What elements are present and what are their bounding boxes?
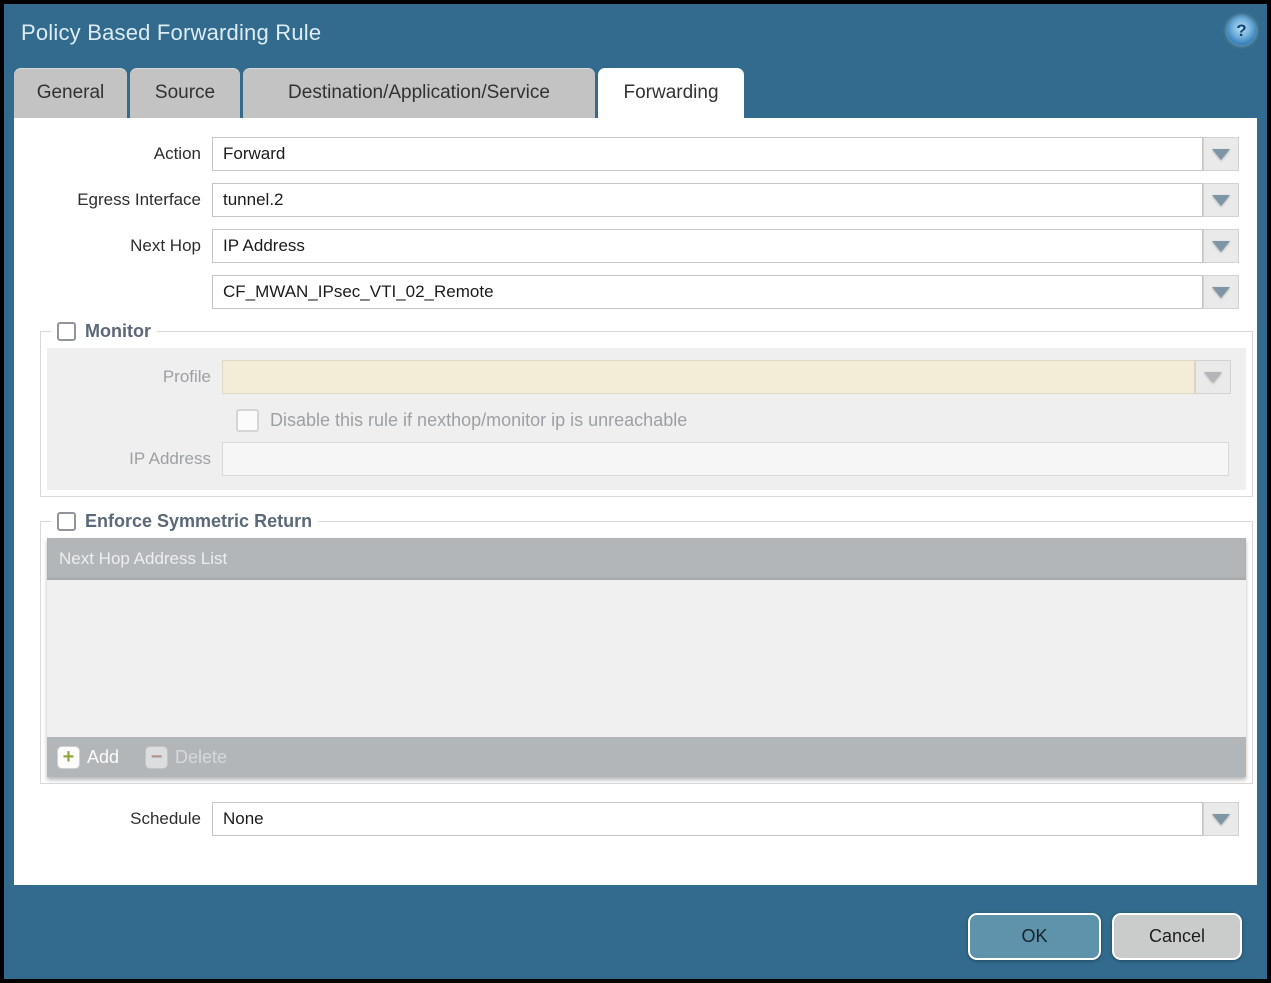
- next-hop-address-input[interactable]: CF_MWAN_IPsec_VTI_02_Remote: [212, 275, 1203, 309]
- next-hop-address-list-header: Next Hop Address List: [47, 538, 1246, 580]
- enforce-symmetric-return-legend: Enforce Symmetric Return: [51, 511, 318, 532]
- monitor-checkbox[interactable]: [57, 322, 76, 341]
- tab-forwarding[interactable]: Forwarding: [598, 68, 744, 118]
- monitor-panel: Profile Disable this rule if nexthop/mon…: [47, 348, 1246, 490]
- dialog-window: Policy Based Forwarding Rule ? General S…: [0, 0, 1271, 983]
- ok-button[interactable]: OK: [968, 913, 1101, 960]
- chevron-down-icon: [1212, 287, 1230, 298]
- next-hop-address-list-table: Next Hop Address List + Add − Delete: [47, 538, 1246, 777]
- schedule-row: Schedule None: [14, 802, 1257, 836]
- tab-bar: General Source Destination/Application/S…: [14, 68, 744, 118]
- add-button-label: Add: [87, 747, 119, 768]
- chevron-down-icon: [1212, 149, 1230, 160]
- action-input[interactable]: Forward: [212, 137, 1203, 171]
- plus-icon: +: [57, 746, 80, 769]
- profile-input: [222, 360, 1195, 394]
- chevron-down-icon: [1212, 241, 1230, 252]
- ip-address-label: IP Address: [47, 449, 222, 469]
- schedule-label: Schedule: [14, 809, 212, 829]
- tab-source[interactable]: Source: [130, 68, 240, 118]
- next-hop-type-dropdown-button[interactable]: [1203, 229, 1239, 263]
- monitor-section: Monitor Profile Disable this rule if nex…: [40, 321, 1253, 497]
- profile-label: Profile: [47, 367, 222, 387]
- chevron-down-icon: [1212, 814, 1230, 825]
- disable-rule-label: Disable this rule if nexthop/monitor ip …: [270, 410, 687, 431]
- minus-icon: −: [145, 746, 168, 769]
- next-hop-address-list-toolbar: + Add − Delete: [47, 737, 1246, 777]
- monitor-ip-address-row: IP Address: [47, 442, 1246, 476]
- disable-rule-checkbox: [236, 409, 259, 432]
- profile-dropdown-button: [1195, 360, 1231, 394]
- ip-address-input: [222, 442, 1229, 476]
- profile-row: Profile: [47, 360, 1246, 394]
- monitor-label: Monitor: [85, 321, 151, 342]
- egress-interface-dropdown-button[interactable]: [1203, 183, 1239, 217]
- enforce-symmetric-return-section: Enforce Symmetric Return Next Hop Addres…: [40, 511, 1253, 784]
- delete-button-label: Delete: [175, 747, 227, 768]
- egress-interface-label: Egress Interface: [14, 190, 212, 210]
- next-hop-type-input[interactable]: IP Address: [212, 229, 1203, 263]
- add-button[interactable]: + Add: [57, 746, 119, 769]
- action-dropdown-button[interactable]: [1203, 137, 1239, 171]
- next-hop-label: Next Hop: [14, 236, 212, 256]
- next-hop-row: Next Hop IP Address: [14, 229, 1257, 263]
- next-hop-address-list-body[interactable]: [47, 580, 1246, 737]
- tab-destination-application-service[interactable]: Destination/Application/Service: [243, 68, 595, 118]
- delete-button: − Delete: [145, 746, 227, 769]
- schedule-dropdown-button[interactable]: [1203, 802, 1239, 836]
- chevron-down-icon: [1212, 195, 1230, 206]
- dialog-title: Policy Based Forwarding Rule: [21, 20, 321, 46]
- next-hop-address-row: CF_MWAN_IPsec_VTI_02_Remote: [14, 275, 1257, 309]
- action-label: Action: [14, 144, 212, 164]
- egress-interface-input[interactable]: tunnel.2: [212, 183, 1203, 217]
- forwarding-tab-panel: Action Forward Egress Interface tunnel.2…: [14, 118, 1257, 885]
- egress-interface-row: Egress Interface tunnel.2: [14, 183, 1257, 217]
- action-row: Action Forward: [14, 137, 1257, 171]
- tab-general[interactable]: General: [14, 68, 127, 118]
- enforce-symmetric-return-label: Enforce Symmetric Return: [85, 511, 312, 532]
- monitor-legend: Monitor: [51, 321, 157, 342]
- next-hop-address-dropdown-button[interactable]: [1203, 275, 1239, 309]
- chevron-down-icon: [1204, 372, 1222, 383]
- disable-rule-row: Disable this rule if nexthop/monitor ip …: [236, 406, 1246, 434]
- schedule-input[interactable]: None: [212, 802, 1203, 836]
- enforce-symmetric-return-checkbox[interactable]: [57, 512, 76, 531]
- cancel-button[interactable]: Cancel: [1112, 913, 1242, 960]
- help-icon[interactable]: ?: [1227, 16, 1256, 45]
